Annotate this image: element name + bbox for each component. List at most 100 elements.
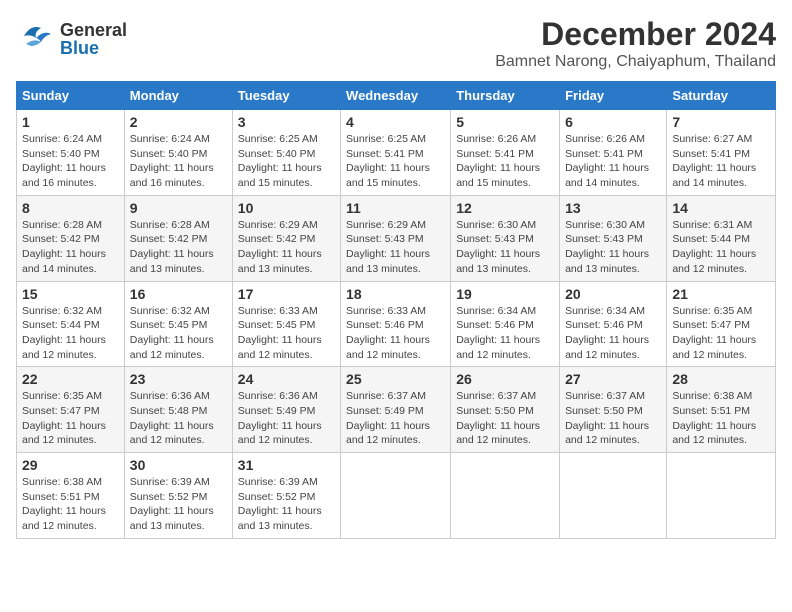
calendar-cell: 1 Sunrise: 6:24 AM Sunset: 5:40 PM Dayli… (17, 110, 125, 196)
calendar-cell: 14 Sunrise: 6:31 AM Sunset: 5:44 PM Dayl… (667, 195, 776, 281)
sunrise-text: Sunrise: 6:34 AM (456, 305, 536, 317)
day-number: 21 (672, 286, 770, 302)
calendar-cell: 28 Sunrise: 6:38 AM Sunset: 5:51 PM Dayl… (667, 367, 776, 453)
day-number: 12 (456, 200, 554, 216)
sunset-text: Sunset: 5:51 PM (672, 405, 750, 417)
day-info: Sunrise: 6:37 AM Sunset: 5:50 PM Dayligh… (456, 389, 554, 448)
day-number: 22 (22, 371, 119, 387)
calendar-cell: 17 Sunrise: 6:33 AM Sunset: 5:45 PM Dayl… (232, 281, 340, 367)
day-number: 23 (130, 371, 227, 387)
calendar-week-3: 15 Sunrise: 6:32 AM Sunset: 5:44 PM Dayl… (17, 281, 776, 367)
calendar-cell: 10 Sunrise: 6:29 AM Sunset: 5:42 PM Dayl… (232, 195, 340, 281)
sunrise-text: Sunrise: 6:39 AM (130, 476, 210, 488)
daylight-text: Daylight: 11 hours and 13 minutes. (238, 248, 322, 275)
weekday-header-thursday: Thursday (451, 82, 560, 110)
daylight-text: Daylight: 11 hours and 12 minutes. (672, 248, 756, 275)
daylight-text: Daylight: 11 hours and 12 minutes. (130, 334, 214, 361)
sunrise-text: Sunrise: 6:27 AM (672, 133, 752, 145)
sunrise-text: Sunrise: 6:36 AM (130, 390, 210, 402)
sunrise-text: Sunrise: 6:28 AM (130, 219, 210, 231)
day-info: Sunrise: 6:38 AM Sunset: 5:51 PM Dayligh… (672, 389, 770, 448)
daylight-text: Daylight: 11 hours and 12 minutes. (565, 334, 649, 361)
day-info: Sunrise: 6:33 AM Sunset: 5:45 PM Dayligh… (238, 304, 335, 363)
calendar-body: 1 Sunrise: 6:24 AM Sunset: 5:40 PM Dayli… (17, 110, 776, 539)
month-title: December 2024 (495, 16, 776, 53)
day-number: 29 (22, 457, 119, 473)
page-header: General Blue December 2024 Bamnet Narong… (16, 16, 776, 71)
day-number: 6 (565, 114, 661, 130)
logo-blue-text: Blue (60, 39, 127, 57)
day-info: Sunrise: 6:37 AM Sunset: 5:50 PM Dayligh… (565, 389, 661, 448)
weekday-header-tuesday: Tuesday (232, 82, 340, 110)
logo-general-text: General (60, 21, 127, 39)
sunset-text: Sunset: 5:41 PM (456, 148, 534, 160)
sunset-text: Sunset: 5:43 PM (565, 233, 643, 245)
sunset-text: Sunset: 5:44 PM (22, 319, 100, 331)
calendar-cell: 6 Sunrise: 6:26 AM Sunset: 5:41 PM Dayli… (560, 110, 667, 196)
day-info: Sunrise: 6:35 AM Sunset: 5:47 PM Dayligh… (672, 304, 770, 363)
day-info: Sunrise: 6:34 AM Sunset: 5:46 PM Dayligh… (565, 304, 661, 363)
day-info: Sunrise: 6:29 AM Sunset: 5:42 PM Dayligh… (238, 218, 335, 277)
calendar-cell: 26 Sunrise: 6:37 AM Sunset: 5:50 PM Dayl… (451, 367, 560, 453)
day-number: 14 (672, 200, 770, 216)
sunset-text: Sunset: 5:50 PM (565, 405, 643, 417)
sunrise-text: Sunrise: 6:31 AM (672, 219, 752, 231)
daylight-text: Daylight: 11 hours and 12 minutes. (456, 420, 540, 447)
day-number: 5 (456, 114, 554, 130)
daylight-text: Daylight: 11 hours and 16 minutes. (130, 162, 214, 189)
calendar-cell: 31 Sunrise: 6:39 AM Sunset: 5:52 PM Dayl… (232, 453, 340, 539)
weekday-header-wednesday: Wednesday (341, 82, 451, 110)
calendar-cell: 3 Sunrise: 6:25 AM Sunset: 5:40 PM Dayli… (232, 110, 340, 196)
daylight-text: Daylight: 11 hours and 13 minutes. (565, 248, 649, 275)
day-info: Sunrise: 6:37 AM Sunset: 5:49 PM Dayligh… (346, 389, 445, 448)
day-info: Sunrise: 6:24 AM Sunset: 5:40 PM Dayligh… (130, 132, 227, 191)
sunset-text: Sunset: 5:43 PM (346, 233, 424, 245)
daylight-text: Daylight: 11 hours and 15 minutes. (238, 162, 322, 189)
sunrise-text: Sunrise: 6:29 AM (346, 219, 426, 231)
day-info: Sunrise: 6:34 AM Sunset: 5:46 PM Dayligh… (456, 304, 554, 363)
calendar-cell: 12 Sunrise: 6:30 AM Sunset: 5:43 PM Dayl… (451, 195, 560, 281)
daylight-text: Daylight: 11 hours and 13 minutes. (238, 505, 322, 532)
sunrise-text: Sunrise: 6:32 AM (130, 305, 210, 317)
daylight-text: Daylight: 11 hours and 15 minutes. (346, 162, 430, 189)
calendar-cell: 2 Sunrise: 6:24 AM Sunset: 5:40 PM Dayli… (124, 110, 232, 196)
daylight-text: Daylight: 11 hours and 12 minutes. (672, 334, 756, 361)
day-number: 31 (238, 457, 335, 473)
daylight-text: Daylight: 11 hours and 12 minutes. (238, 420, 322, 447)
day-info: Sunrise: 6:28 AM Sunset: 5:42 PM Dayligh… (130, 218, 227, 277)
sunset-text: Sunset: 5:46 PM (456, 319, 534, 331)
daylight-text: Daylight: 11 hours and 12 minutes. (672, 420, 756, 447)
day-number: 13 (565, 200, 661, 216)
sunset-text: Sunset: 5:52 PM (238, 491, 316, 503)
sunset-text: Sunset: 5:49 PM (238, 405, 316, 417)
daylight-text: Daylight: 11 hours and 12 minutes. (22, 334, 106, 361)
calendar-cell: 5 Sunrise: 6:26 AM Sunset: 5:41 PM Dayli… (451, 110, 560, 196)
sunrise-text: Sunrise: 6:30 AM (456, 219, 536, 231)
sunset-text: Sunset: 5:51 PM (22, 491, 100, 503)
calendar-cell: 15 Sunrise: 6:32 AM Sunset: 5:44 PM Dayl… (17, 281, 125, 367)
calendar-header: SundayMondayTuesdayWednesdayThursdayFrid… (17, 82, 776, 110)
calendar-week-4: 22 Sunrise: 6:35 AM Sunset: 5:47 PM Dayl… (17, 367, 776, 453)
calendar-cell: 23 Sunrise: 6:36 AM Sunset: 5:48 PM Dayl… (124, 367, 232, 453)
sunset-text: Sunset: 5:45 PM (238, 319, 316, 331)
day-info: Sunrise: 6:24 AM Sunset: 5:40 PM Dayligh… (22, 132, 119, 191)
weekday-header-saturday: Saturday (667, 82, 776, 110)
sunrise-text: Sunrise: 6:24 AM (130, 133, 210, 145)
daylight-text: Daylight: 11 hours and 12 minutes. (238, 334, 322, 361)
day-info: Sunrise: 6:36 AM Sunset: 5:48 PM Dayligh… (130, 389, 227, 448)
calendar-cell: 18 Sunrise: 6:33 AM Sunset: 5:46 PM Dayl… (341, 281, 451, 367)
sunrise-text: Sunrise: 6:38 AM (672, 390, 752, 402)
sunset-text: Sunset: 5:47 PM (672, 319, 750, 331)
sunset-text: Sunset: 5:46 PM (565, 319, 643, 331)
sunrise-text: Sunrise: 6:38 AM (22, 476, 102, 488)
sunset-text: Sunset: 5:42 PM (130, 233, 208, 245)
calendar-cell: 11 Sunrise: 6:29 AM Sunset: 5:43 PM Dayl… (341, 195, 451, 281)
sunset-text: Sunset: 5:50 PM (456, 405, 534, 417)
calendar-cell: 8 Sunrise: 6:28 AM Sunset: 5:42 PM Dayli… (17, 195, 125, 281)
logo: General Blue (16, 16, 127, 61)
calendar-cell: 13 Sunrise: 6:30 AM Sunset: 5:43 PM Dayl… (560, 195, 667, 281)
day-number: 16 (130, 286, 227, 302)
daylight-text: Daylight: 11 hours and 12 minutes. (565, 420, 649, 447)
calendar-cell: 27 Sunrise: 6:37 AM Sunset: 5:50 PM Dayl… (560, 367, 667, 453)
sunset-text: Sunset: 5:42 PM (22, 233, 100, 245)
